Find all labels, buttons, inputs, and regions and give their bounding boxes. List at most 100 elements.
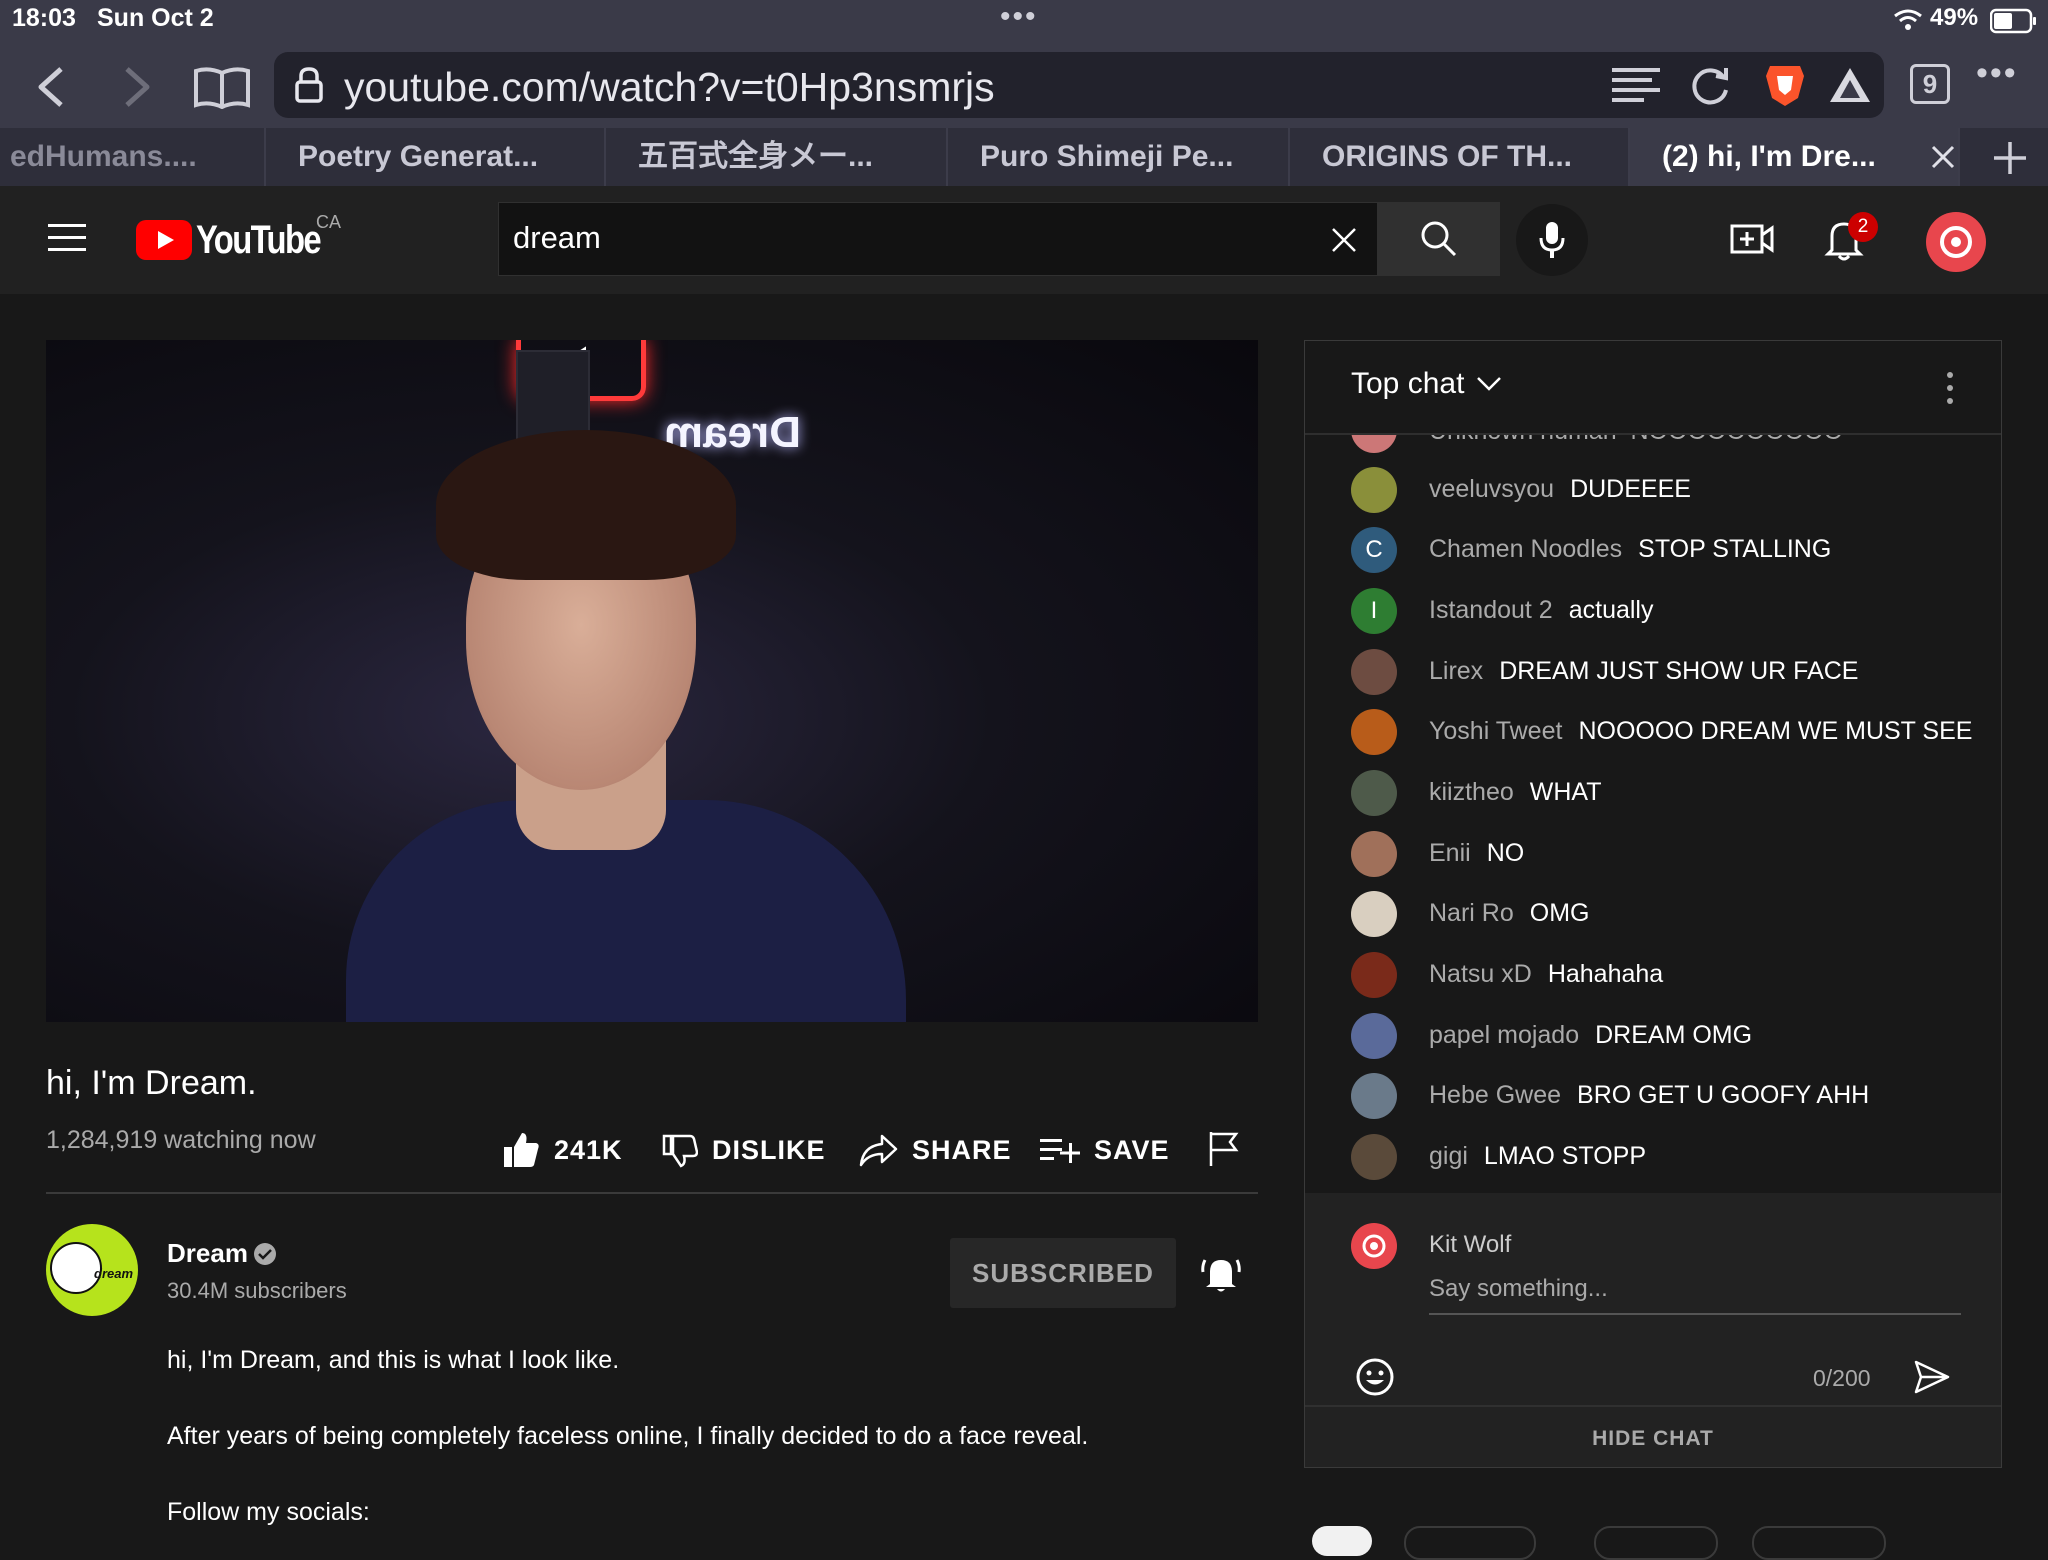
- chat-message: gigi LMAO STOPP: [1305, 1126, 2001, 1186]
- description-line-3: Follow my socials:: [167, 1498, 370, 1526]
- report-flag-icon[interactable]: [1208, 1130, 1240, 1168]
- reload-icon[interactable]: [1688, 64, 1732, 108]
- tab-2[interactable]: 五百式全身メー...: [606, 128, 948, 186]
- search-query: dream: [513, 220, 601, 255]
- tab-switcher-button[interactable]: 9: [1910, 64, 1950, 104]
- tab-1[interactable]: Poetry Generat...: [266, 128, 606, 186]
- browser-toolbar: youtube.com/watch?v=t0Hp3nsmrjs 9 •••: [0, 44, 2048, 128]
- youtube-logo-text: YouTube: [196, 217, 322, 262]
- video-player[interactable]: Dream: [46, 340, 1258, 1022]
- like-count: 241K: [554, 1134, 623, 1165]
- chat-text: NO: [1486, 839, 1525, 867]
- chat-message: Hebe Gwee BRO GET U GOOFY AHH: [1305, 1065, 2001, 1125]
- filter-chip[interactable]: [1312, 1526, 1372, 1556]
- send-icon[interactable]: [1913, 1359, 1951, 1395]
- reader-mode-icon[interactable]: [1610, 66, 1662, 106]
- chat-more-options-icon[interactable]: [1945, 371, 1955, 405]
- char-counter: 0/200: [1813, 1365, 1871, 1391]
- chat-username: Kit Wolf: [1429, 1231, 1512, 1258]
- chat-message: papel mojado DREAM OMG: [1305, 1005, 2001, 1065]
- description-line-2: After years of being completely faceless…: [167, 1422, 1089, 1450]
- chat-text: STOP STALLING: [1638, 535, 1832, 563]
- chat-user-avatar: [1351, 1223, 1397, 1269]
- chat-author: Natsu xD: [1429, 960, 1532, 988]
- emoji-icon[interactable]: [1355, 1357, 1395, 1397]
- youtube-play-icon: [136, 220, 192, 260]
- forward-icon[interactable]: [112, 62, 162, 112]
- filter-chip[interactable]: [1752, 1526, 1886, 1560]
- chat-avatar: [1351, 952, 1397, 998]
- chat-input-placeholder: Say something...: [1429, 1275, 1608, 1302]
- chat-avatar: I: [1351, 588, 1397, 634]
- chat-message: Lirex DREAM JUST SHOW UR FACE: [1305, 641, 2001, 701]
- browser-tab-strip: edHumans.... Poetry Generat... 五百式全身メー..…: [0, 128, 2048, 186]
- search-button[interactable]: [1378, 202, 1500, 276]
- chat-author: Istandout 2: [1429, 596, 1553, 624]
- chat-message: C Chamen Noodles STOP STALLING: [1305, 519, 2001, 579]
- search-input[interactable]: dream: [498, 202, 1378, 276]
- new-tab-icon[interactable]: [1992, 140, 2028, 176]
- tab-4[interactable]: ORIGINS OF TH...: [1290, 128, 1630, 186]
- multitask-dots-icon[interactable]: •••: [1000, 0, 1038, 34]
- notification-count-badge: 2: [1848, 212, 1878, 242]
- brave-shield-icon[interactable]: [1764, 62, 1806, 108]
- battery-icon: [1990, 8, 2036, 34]
- channel-avatar[interactable]: dream: [46, 1224, 138, 1316]
- tab-5-active[interactable]: (2) hi, I'm Dre...: [1630, 128, 1960, 186]
- tab-3[interactable]: Puro Shimeji Pe...: [948, 128, 1290, 186]
- account-logo-icon: [1940, 226, 1972, 258]
- save-button[interactable]: SAVE: [1040, 1128, 1170, 1172]
- live-chat-panel: Unknown human NOOOOOOOOOO Top chat veelu…: [1304, 340, 2002, 1468]
- chat-message: Natsu xD Hahahaha: [1305, 944, 2001, 1004]
- playlist-add-icon: [1040, 1139, 1080, 1163]
- chat-author: Yoshi Tweet: [1429, 717, 1563, 745]
- chat-author: kiiztheo: [1429, 778, 1514, 806]
- close-tab-icon[interactable]: [1930, 144, 1956, 170]
- clipped-chat-row: Unknown human NOOOOOOOOOO: [1305, 433, 2001, 453]
- chat-author: gigi: [1429, 1142, 1468, 1170]
- bookmarks-icon[interactable]: [190, 62, 254, 112]
- share-arrow-icon: [859, 1134, 898, 1167]
- chat-avatar: [1351, 709, 1397, 755]
- microphone-icon: [1539, 222, 1565, 258]
- chat-text: DUDEEEE: [1570, 475, 1691, 503]
- subscriber-count: 30.4M subscribers: [167, 1278, 347, 1303]
- subscribed-button[interactable]: SUBSCRIBED: [950, 1238, 1176, 1308]
- account-avatar[interactable]: [1926, 212, 1986, 272]
- channel-name[interactable]: Dream: [167, 1238, 248, 1269]
- chevron-down-icon: [1477, 377, 1502, 391]
- like-button[interactable]: 241K: [502, 1128, 623, 1172]
- tab-0[interactable]: edHumans....: [0, 128, 266, 186]
- filter-chip[interactable]: [1404, 1526, 1536, 1560]
- chat-avatar: [1351, 467, 1397, 513]
- address-bar[interactable]: youtube.com/watch?v=t0Hp3nsmrjs: [274, 52, 1884, 118]
- thumbs-up-icon: [504, 1133, 539, 1167]
- hide-chat-button[interactable]: HIDE CHAT: [1305, 1405, 2001, 1467]
- brave-rewards-icon[interactable]: [1828, 66, 1872, 104]
- notification-bell-ringing-icon[interactable]: [1200, 1252, 1242, 1294]
- dislike-button[interactable]: DISLIKE: [662, 1128, 826, 1172]
- chat-text: DREAM OMG: [1595, 1021, 1753, 1049]
- url-text: youtube.com/watch?v=t0Hp3nsmrjs: [344, 64, 995, 110]
- chat-author: Lirex: [1429, 657, 1484, 685]
- filter-chip[interactable]: [1594, 1526, 1718, 1560]
- chat-mode-label: Top chat: [1351, 367, 1465, 400]
- chat-message-input[interactable]: Say something...: [1429, 1273, 1961, 1315]
- voice-search-button[interactable]: [1516, 204, 1588, 276]
- description-line-1: hi, I'm Dream, and this is what I look l…: [167, 1346, 620, 1374]
- clear-search-icon[interactable]: [1331, 227, 1357, 253]
- top-chat-dropdown[interactable]: Top chat: [1351, 367, 1502, 401]
- back-icon[interactable]: [26, 62, 76, 112]
- chat-avatar: [1351, 1013, 1397, 1059]
- chat-text: DREAM JUST SHOW UR FACE: [1499, 657, 1859, 685]
- watching-count: 1,284,919 watching now: [46, 1126, 316, 1154]
- status-date: Sun Oct 2: [97, 4, 214, 32]
- save-label: SAVE: [1094, 1134, 1170, 1165]
- hamburger-menu-icon[interactable]: [48, 222, 86, 254]
- more-menu-icon[interactable]: •••: [1976, 54, 2018, 93]
- chat-author: papel mojado: [1429, 1021, 1580, 1049]
- chat-avatar: C: [1351, 527, 1397, 573]
- share-button[interactable]: SHARE: [858, 1128, 1012, 1172]
- create-video-icon[interactable]: [1730, 222, 1774, 256]
- chat-text: LMAO STOPP: [1483, 1142, 1647, 1170]
